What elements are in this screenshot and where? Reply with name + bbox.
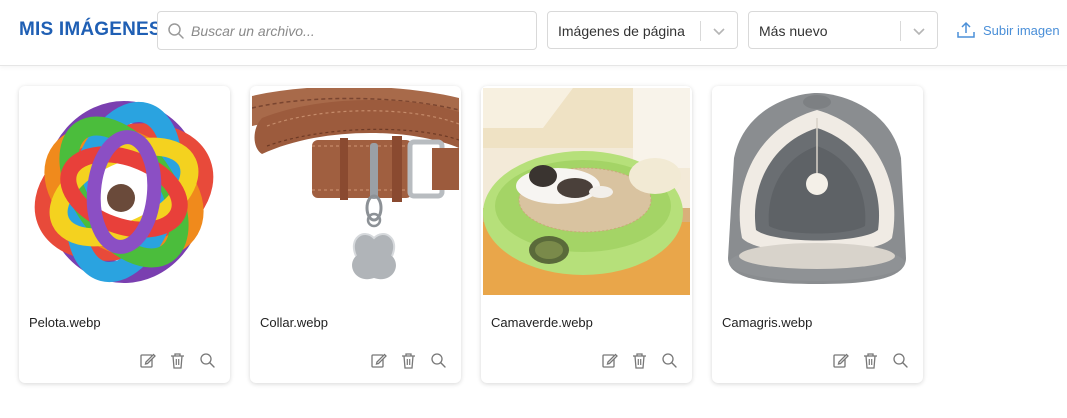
zoom-icon[interactable] — [199, 352, 216, 369]
card-actions — [601, 352, 678, 369]
trash-icon[interactable] — [631, 352, 648, 369]
edit-icon[interactable] — [139, 352, 156, 369]
edit-icon[interactable] — [370, 352, 387, 369]
search-input[interactable] — [191, 12, 531, 49]
card-actions — [832, 352, 909, 369]
upload-icon — [956, 20, 976, 40]
sort-select[interactable]: Más nuevo — [748, 11, 938, 49]
image-filename: Camaverde.webp — [491, 315, 593, 330]
image-card[interactable]: Camaverde.webp — [481, 86, 692, 383]
filter-select-value: Imágenes de página — [558, 23, 685, 39]
edit-icon[interactable] — [601, 352, 618, 369]
image-thumbnail[interactable] — [483, 88, 690, 295]
image-card[interactable]: Camagris.webp — [712, 86, 923, 383]
image-filename: Camagris.webp — [722, 315, 813, 330]
trash-icon[interactable] — [400, 352, 417, 369]
trash-icon[interactable] — [169, 352, 186, 369]
brown-collar-picture — [252, 88, 459, 295]
image-card[interactable]: Pelota.webp — [19, 86, 230, 383]
page-title: MIS IMÁGENES — [19, 19, 162, 40]
green-bed-cat-picture — [483, 88, 690, 295]
upload-label: Subir imagen — [983, 22, 1060, 38]
top-bar: MIS IMÁGENES Imágenes de página Más nuev… — [0, 0, 1067, 66]
zoom-icon[interactable] — [661, 352, 678, 369]
grey-pet-cave-picture — [714, 88, 921, 295]
image-filename: Pelota.webp — [29, 315, 101, 330]
search-box[interactable] — [157, 11, 537, 50]
upload-image-button[interactable]: Subir imagen — [956, 19, 1060, 41]
image-thumbnail[interactable] — [252, 88, 459, 295]
zoom-icon[interactable] — [430, 352, 447, 369]
image-card[interactable]: Collar.webp — [250, 86, 461, 383]
chevron-down-icon[interactable] — [711, 23, 727, 39]
image-thumbnail[interactable] — [21, 88, 228, 295]
image-filename: Collar.webp — [260, 315, 328, 330]
card-actions — [370, 352, 447, 369]
select-divider — [900, 21, 901, 41]
sort-select-value: Más nuevo — [759, 23, 828, 39]
edit-icon[interactable] — [832, 352, 849, 369]
colorful-ball-picture — [21, 88, 228, 295]
filter-select[interactable]: Imágenes de página — [547, 11, 738, 49]
search-icon — [167, 22, 185, 40]
zoom-icon[interactable] — [892, 352, 909, 369]
trash-icon[interactable] — [862, 352, 879, 369]
chevron-down-icon[interactable] — [911, 23, 927, 39]
image-thumbnail[interactable] — [714, 88, 921, 295]
select-divider — [700, 21, 701, 41]
card-actions — [139, 352, 216, 369]
